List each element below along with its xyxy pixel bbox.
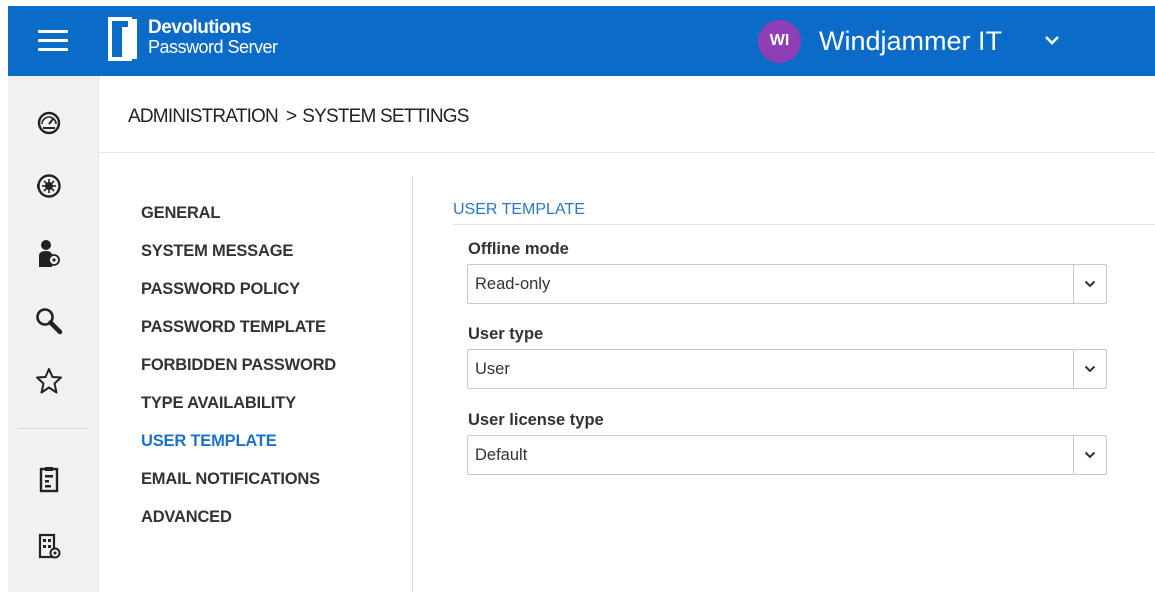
administration-icon[interactable] xyxy=(34,531,64,561)
section-divider xyxy=(453,224,1155,225)
settings-menu: GENERAL SYSTEM MESSAGE PASSWORD POLICY P… xyxy=(141,203,336,545)
offline-mode-select[interactable]: Read-only xyxy=(467,264,1107,304)
offline-mode-value: Read-only xyxy=(475,275,551,293)
brand-line-1: Devolutions xyxy=(148,17,252,38)
offline-mode-label: Offline mode xyxy=(468,240,569,258)
menu-item-password-policy[interactable]: PASSWORD POLICY xyxy=(141,279,336,317)
user-license-type-label: User license type xyxy=(468,411,604,429)
organization-switcher[interactable]: WI Windjammer IT xyxy=(758,19,1062,63)
user-settings-icon[interactable] xyxy=(34,239,64,269)
breadcrumb-system-settings: SYSTEM SETTINGS xyxy=(302,106,469,127)
menu-item-password-template[interactable]: PASSWORD TEMPLATE xyxy=(141,317,336,355)
menu-item-advanced[interactable]: ADVANCED xyxy=(141,507,336,545)
dashboard-icon[interactable] xyxy=(34,108,64,138)
menu-item-email-notifications[interactable]: EMAIL NOTIFICATIONS xyxy=(141,469,336,507)
vault-icon[interactable] xyxy=(34,171,64,201)
brand-line-2: Password Server xyxy=(148,37,278,57)
user-type-label: User type xyxy=(468,325,544,343)
user-license-type-value: Default xyxy=(475,446,528,464)
breadcrumb-administration[interactable]: ADMINISTRATION xyxy=(128,106,279,127)
section-title: USER TEMPLATE xyxy=(453,201,585,218)
chevron-down-icon xyxy=(1084,280,1096,288)
user-type-value: User xyxy=(475,360,510,378)
menu-item-user-template[interactable]: USER TEMPLATE xyxy=(141,431,336,469)
menu-item-forbidden-password[interactable]: FORBIDDEN PASSWORD xyxy=(141,355,336,393)
menu-item-system-message[interactable]: SYSTEM MESSAGE xyxy=(141,241,336,279)
user-license-type-dropdown-button[interactable] xyxy=(1073,436,1106,474)
chevron-down-icon xyxy=(1084,365,1096,373)
menu-item-general[interactable]: GENERAL xyxy=(141,203,336,241)
top-bar: Devolutions Password Server WI Windjamme… xyxy=(8,6,1155,76)
hamburger-menu-icon[interactable] xyxy=(38,30,68,52)
left-navigation xyxy=(8,76,99,592)
organization-name: Windjammer IT xyxy=(819,25,1003,56)
breadcrumb: ADMINISTRATION > SYSTEM SETTINGS xyxy=(128,106,469,128)
chevron-down-icon xyxy=(1084,451,1096,459)
user-type-dropdown-button[interactable] xyxy=(1073,350,1106,388)
nav-divider xyxy=(18,428,88,429)
breadcrumb-separator: > xyxy=(285,106,297,127)
favorites-star-icon[interactable] xyxy=(34,366,64,396)
menu-item-type-availability[interactable]: TYPE AVAILABILITY xyxy=(141,393,336,431)
reports-icon[interactable] xyxy=(34,464,64,494)
user-license-type-select[interactable]: Default xyxy=(467,435,1107,475)
search-icon[interactable] xyxy=(34,306,64,336)
chevron-down-icon xyxy=(1045,36,1059,45)
avatar: WI xyxy=(758,19,801,63)
user-type-select[interactable]: User xyxy=(467,349,1107,389)
header-divider xyxy=(99,152,1155,153)
devolutions-logo-icon xyxy=(108,17,137,61)
brand-name: Devolutions Password Server xyxy=(148,18,278,56)
offline-mode-dropdown-button[interactable] xyxy=(1073,265,1106,303)
menu-divider xyxy=(412,176,413,592)
